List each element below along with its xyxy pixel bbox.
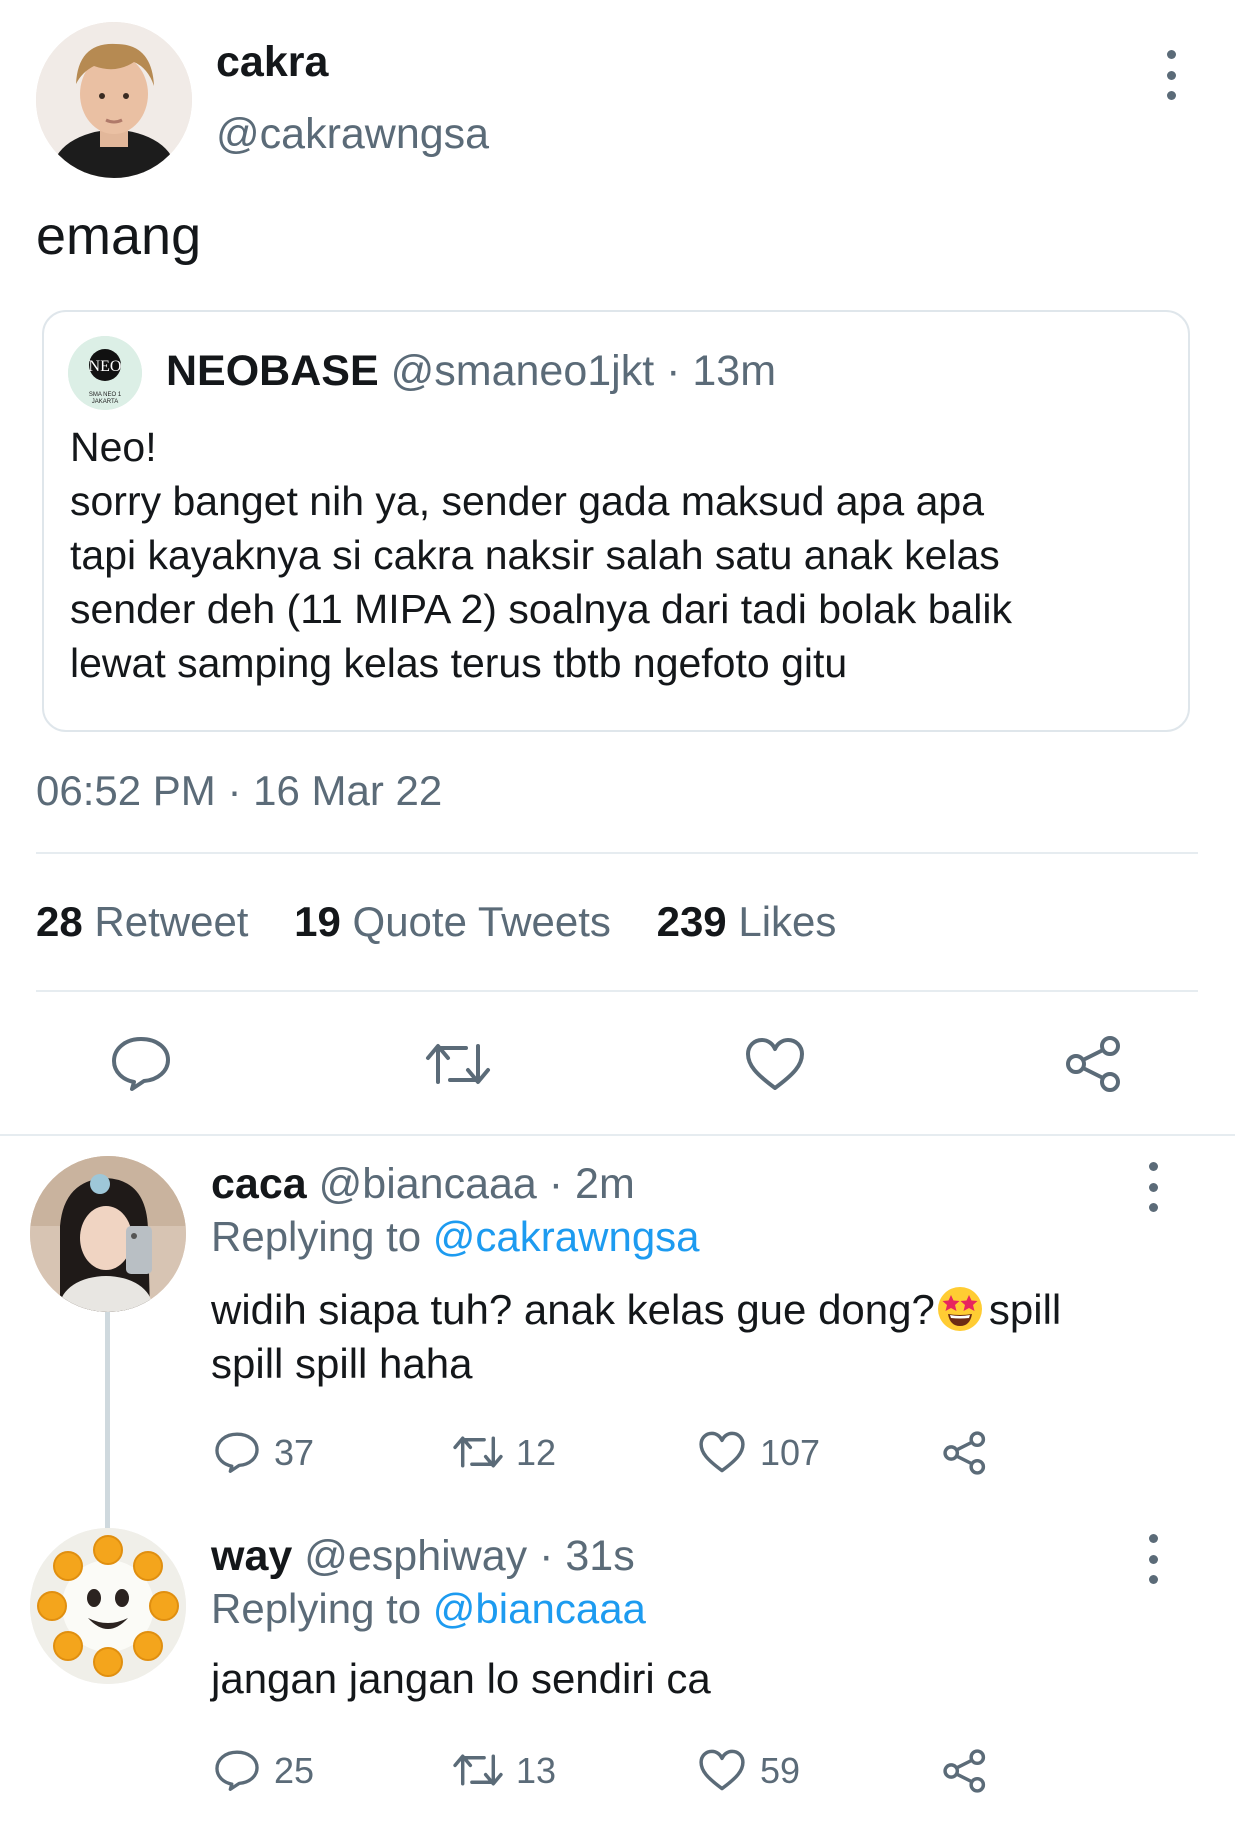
quote-label: Quote Tweets: [352, 898, 611, 945]
reply-text-segment: spill: [988, 1286, 1062, 1333]
svg-text:JAKARTA: JAKARTA: [92, 399, 118, 405]
share-icon[interactable]: [1064, 1034, 1124, 1094]
quoted-author-handle[interactable]: @smaneo1jkt: [391, 347, 655, 395]
retweet-count: 28: [36, 898, 83, 945]
more-options-icon[interactable]: [1138, 1162, 1168, 1212]
like-icon[interactable]: [698, 1430, 746, 1474]
replying-to-link[interactable]: @cakrawngsa: [433, 1213, 700, 1260]
like-icon[interactable]: [698, 1748, 746, 1792]
reply-header: caca @biancaaa · 2m: [211, 1160, 635, 1209]
star-struck-emoji: [937, 1286, 983, 1332]
retweet-count: 13: [516, 1750, 557, 1791]
reply-text: jangan jangan lo sendiri ca: [211, 1655, 711, 1702]
tweet-timestamp[interactable]: 06:52 PM · 16 Mar 22: [36, 767, 442, 815]
tweet-stats: 28 Retweet 19 Quote Tweets 239 Likes: [36, 898, 836, 946]
reply-author-handle[interactable]: @esphiway: [304, 1532, 527, 1580]
retweet-label: Retweet: [94, 898, 249, 945]
reply-time: · 2m: [548, 1160, 635, 1208]
like-label: Likes: [738, 898, 837, 945]
reply-text-segment: widih siapa tuh? anak kelas gue dong?: [211, 1286, 935, 1333]
like-icon[interactable]: [744, 1036, 806, 1092]
replying-to-link[interactable]: @biancaaa: [433, 1585, 646, 1632]
reply-time: · 31s: [539, 1532, 635, 1580]
author-avatar[interactable]: [36, 22, 192, 178]
quoted-time: · 13m: [666, 347, 777, 395]
reply-text: widih siapa tuh? anak kelas gue dong? sp…: [211, 1283, 1061, 1391]
reply-avatar[interactable]: [30, 1156, 186, 1312]
quoted-line: sorry banget nih ya, sender gada maksud …: [70, 478, 984, 524]
retweet-icon[interactable]: [452, 1750, 504, 1790]
retweet-count: 12: [516, 1432, 557, 1473]
neobase-logo[interactable]: NEO SMA NEO 1 JAKARTA: [68, 336, 142, 410]
divider: [36, 990, 1198, 992]
retweet-icon[interactable]: [452, 1432, 504, 1472]
like-count: 59: [760, 1750, 801, 1791]
retweet-icon[interactable]: [424, 1038, 492, 1090]
retweet-stat[interactable]: 28 Retweet: [36, 898, 260, 945]
reply-icon[interactable]: [214, 1430, 260, 1474]
quoted-line: Neo!: [70, 424, 157, 470]
reply-icon[interactable]: [110, 1034, 172, 1092]
quoted-header: NEOBASE @smaneo1jkt · 13m: [166, 347, 776, 396]
reply-author-handle[interactable]: @biancaaa: [319, 1160, 537, 1208]
quote-count: 19: [294, 898, 341, 945]
like-count: 107: [760, 1432, 821, 1473]
quoted-line: tapi kayaknya si cakra naksir salah satu…: [70, 532, 1000, 578]
reply-author-name[interactable]: caca: [211, 1160, 307, 1208]
tweet-text: emang: [36, 206, 202, 266]
quoted-text: Neo! sorry banget nih ya, sender gada ma…: [70, 420, 1012, 690]
reply-avatar[interactable]: [30, 1528, 186, 1684]
more-options-icon[interactable]: [1138, 1534, 1168, 1584]
author-name[interactable]: cakra: [216, 38, 328, 87]
svg-text:SMA NEO 1: SMA NEO 1: [89, 392, 122, 398]
divider: [36, 852, 1198, 854]
quote-stat[interactable]: 19 Quote Tweets: [294, 898, 622, 945]
like-count: 239: [656, 898, 727, 945]
thread-line: [105, 1310, 110, 1530]
quoted-author-name[interactable]: NEOBASE: [166, 347, 379, 395]
like-stat[interactable]: 239 Likes: [657, 898, 837, 945]
share-icon[interactable]: [942, 1430, 988, 1476]
reply-count: 25: [274, 1750, 315, 1791]
reply-text-line: spill spill haha: [211, 1340, 473, 1387]
divider: [0, 1134, 1235, 1136]
reply-author-name[interactable]: way: [211, 1532, 292, 1580]
reply-header: way @esphiway · 31s: [211, 1532, 635, 1581]
svg-text:NEO: NEO: [89, 358, 122, 375]
quoted-line: lewat samping kelas terus tbtb ngefoto g…: [70, 640, 848, 686]
reply-icon[interactable]: [214, 1748, 260, 1792]
reply-count: 37: [274, 1432, 315, 1473]
reply-text-line: widih siapa tuh? anak kelas gue dong? sp…: [211, 1283, 1061, 1337]
replying-to: Replying to @cakrawngsa: [211, 1213, 700, 1261]
replying-to: Replying to @biancaaa: [211, 1585, 646, 1633]
replying-to-prefix: Replying to: [211, 1213, 422, 1260]
author-handle[interactable]: @cakrawngsa: [216, 110, 489, 159]
share-icon[interactable]: [942, 1748, 988, 1794]
replying-to-prefix: Replying to: [211, 1585, 422, 1632]
quoted-line: sender deh (11 MIPA 2) soalnya dari tadi…: [70, 586, 1013, 632]
more-options-icon[interactable]: [1156, 50, 1186, 100]
